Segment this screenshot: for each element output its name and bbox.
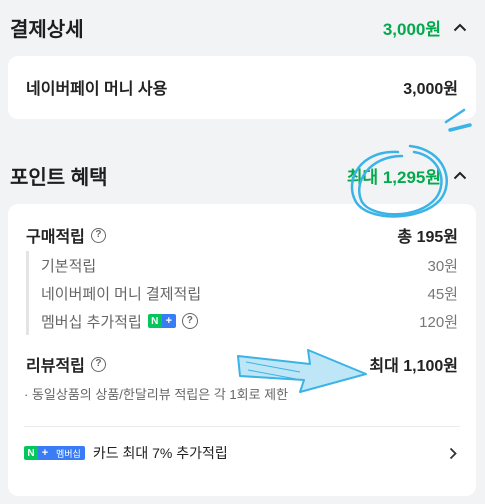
npay-membership-badge: N + 멤버십 — [24, 446, 85, 460]
review-points-label: 리뷰적립 — [26, 358, 85, 375]
list-item: 멤버십 추가적립 N + ? 120원 — [41, 307, 458, 335]
points-max-total: 최대 1,295원 — [346, 167, 441, 187]
payment-method-label: 네이버페이 머니 사용 — [26, 81, 168, 98]
review-points-note: · 동일상품의 상품/한달리뷰 적립은 각 1회로 제한 — [24, 387, 289, 402]
purchase-points-label: 구매적립 — [26, 229, 85, 246]
npay-plus-badge: N + — [147, 314, 176, 328]
membership-points-label: 멤버십 추가적립 — [41, 313, 142, 331]
payment-card: 네이버페이 머니 사용 3,000원 — [8, 56, 476, 119]
basic-points-label: 기본적립 — [41, 257, 97, 275]
points-title: 포인트 혜택 — [10, 166, 108, 189]
list-item: 기본적립 30원 — [41, 251, 458, 279]
chevron-up-icon[interactable] — [447, 164, 473, 186]
card-promo-label: 카드 최대 7% 추가적립 — [92, 445, 228, 461]
question-icon[interactable]: ? — [90, 227, 106, 243]
list-item: 네이버페이 머니 결제적립 45원 — [41, 279, 458, 307]
card-promo-row[interactable]: N + 멤버십 카드 최대 7% 추가적립 — [24, 442, 460, 464]
payment-total: 3,000원 — [382, 19, 441, 39]
npay-money-points-value: 45원 — [427, 285, 459, 303]
npay-money-points-label: 네이버페이 머니 결제적립 — [41, 285, 202, 303]
basic-points-value: 30원 — [427, 257, 459, 275]
review-points-row: 리뷰적립 ? 최대 1,100원 — [26, 353, 458, 375]
purchase-points-breakdown: 기본적립 30원 네이버페이 머니 결제적립 45원 멤버십 추가적립 N + ?… — [26, 251, 458, 335]
review-points-total: 최대 1,100원 — [369, 358, 458, 375]
purchase-points-row: 구매적립 ? 총 195원 — [26, 224, 458, 246]
divider — [24, 426, 460, 427]
purchase-points-total: 총 195원 — [397, 229, 458, 246]
payment-method-row: 네이버페이 머니 사용 3,000원 — [8, 56, 476, 118]
payment-title: 결제상세 — [10, 18, 84, 41]
membership-points-value: 120원 — [419, 313, 458, 331]
points-section-header[interactable]: 포인트 혜택 최대 1,295원 — [0, 148, 485, 202]
chevron-right-icon[interactable] — [446, 446, 460, 460]
question-icon[interactable]: ? — [90, 356, 106, 372]
chevron-up-icon[interactable] — [447, 16, 473, 38]
question-icon[interactable]: ? — [181, 313, 198, 329]
points-card: 구매적립 ? 총 195원 기본적립 30원 네이버페이 머니 결제적립 45원… — [8, 204, 476, 496]
payment-method-amount: 3,000원 — [403, 81, 458, 98]
payment-section-header[interactable]: 결제상세 3,000원 — [0, 0, 485, 54]
